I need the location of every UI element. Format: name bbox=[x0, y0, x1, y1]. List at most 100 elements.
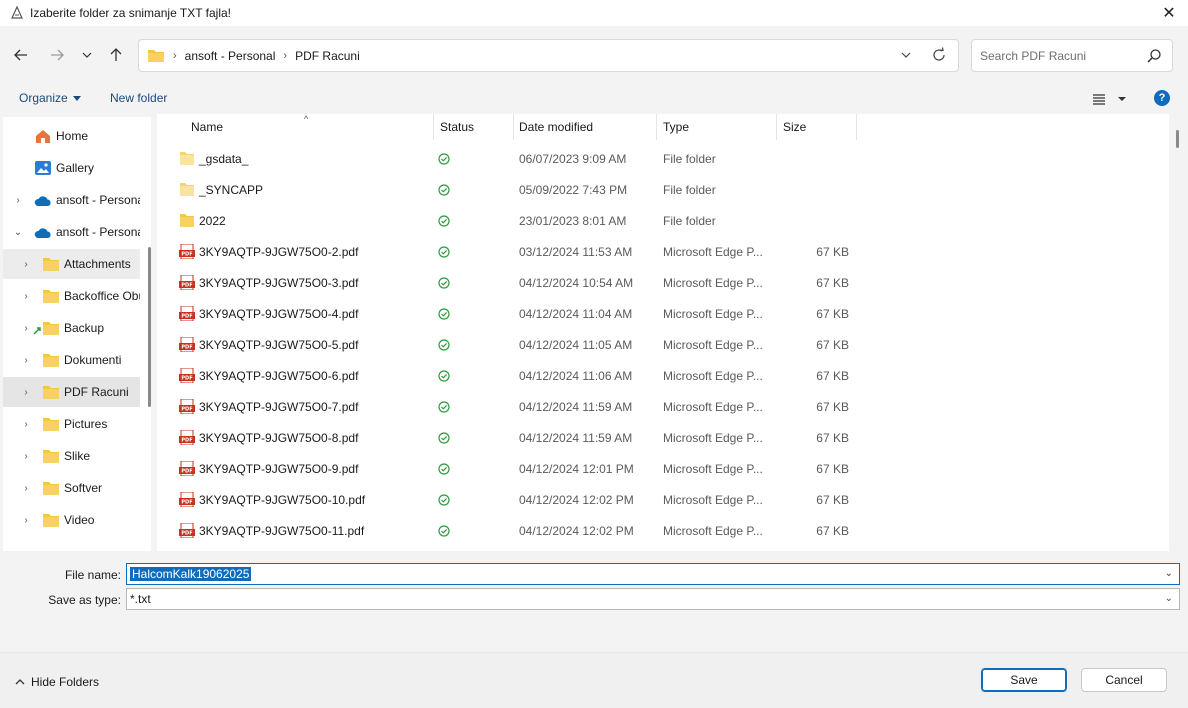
sidebar-item-ansoft-personal-2[interactable]: ⌄ ansoft - Personal bbox=[3, 217, 140, 247]
dialog-footer: Hide Folders Save Cancel bbox=[0, 652, 1188, 708]
file-row[interactable]: _gsdata_ 06/07/2023 9:09 AM File folder bbox=[157, 143, 857, 174]
column-header-date-modified[interactable]: Date modified bbox=[513, 114, 657, 140]
file-name: 3KY9AQTP-9JGW75O0-5.pdf bbox=[179, 329, 358, 360]
chevron-down-icon[interactable]: ⌄ bbox=[13, 227, 23, 238]
sidebar-item-home[interactable]: Home bbox=[3, 121, 140, 151]
sidebar-item-pdf-racuni[interactable]: › PDF Racuni bbox=[3, 377, 140, 407]
folder-icon bbox=[43, 354, 59, 367]
sidebar-item-backup[interactable]: › Backup bbox=[3, 313, 140, 343]
chevron-down-icon[interactable] bbox=[900, 48, 912, 62]
sync-status bbox=[438, 391, 450, 422]
sidebar-item-softver[interactable]: › Softver bbox=[3, 473, 140, 503]
chevron-right-icon[interactable]: › bbox=[21, 419, 31, 430]
change-view-button[interactable] bbox=[1091, 90, 1129, 108]
chevron-right-icon[interactable]: › bbox=[21, 515, 31, 526]
organize-button[interactable]: Organize bbox=[19, 91, 81, 105]
file-type: File folder bbox=[663, 151, 716, 166]
close-icon[interactable]: ✕ bbox=[1158, 3, 1180, 23]
refresh-icon[interactable] bbox=[930, 46, 948, 64]
save-button[interactable]: Save bbox=[981, 668, 1067, 692]
forward-arrow-icon[interactable] bbox=[46, 44, 68, 66]
chevron-right-icon[interactable]: › bbox=[21, 323, 31, 334]
chevron-right-icon[interactable]: › bbox=[21, 291, 31, 302]
column-header-type[interactable]: Type bbox=[657, 114, 777, 140]
file-name-input[interactable]: HalcomKalk19062025 ⌄ bbox=[126, 563, 1180, 585]
file-name-value[interactable]: HalcomKalk19062025 bbox=[130, 567, 252, 581]
file-row[interactable]: PDF 3KY9AQTP-9JGW75O0-9.pdf 04/12/2024 12:… bbox=[157, 453, 857, 484]
sidebar-item-label: Backup bbox=[64, 321, 105, 335]
back-arrow-icon[interactable] bbox=[10, 44, 32, 66]
file-name: 3KY9AQTP-9JGW75O0-4.pdf bbox=[179, 298, 358, 329]
file-row[interactable]: PDF 3KY9AQTP-9JGW75O0-5.pdf 04/12/2024 11:… bbox=[157, 329, 857, 360]
file-row[interactable]: PDF 3KY9AQTP-9JGW75O0-6.pdf 04/12/2024 11:… bbox=[157, 360, 857, 391]
file-name-text: 3KY9AQTP-9JGW75O0-3.pdf bbox=[199, 275, 359, 290]
sync-status bbox=[438, 453, 450, 484]
file-name-text: 3KY9AQTP-9JGW75O0-2.pdf bbox=[199, 244, 359, 259]
file-date: 04/12/2024 11:59 AM bbox=[519, 399, 633, 414]
sidebar-item-label: Video bbox=[64, 513, 95, 527]
help-icon[interactable]: ? bbox=[1154, 90, 1170, 106]
sidebar-item-label: Home bbox=[56, 129, 89, 143]
sidebar-item-attachments[interactable]: › Attachments bbox=[3, 249, 140, 279]
chevron-right-icon[interactable]: › bbox=[13, 195, 23, 206]
sidebar-item-dokumenti[interactable]: › Dokumenti bbox=[3, 345, 140, 375]
file-type: Microsoft Edge P... bbox=[663, 399, 763, 414]
sync-status bbox=[438, 205, 450, 236]
chevron-right-icon[interactable]: › bbox=[21, 387, 31, 398]
sidebar-item-gallery[interactable]: Gallery bbox=[3, 153, 140, 183]
chevron-right-icon[interactable]: › bbox=[21, 355, 31, 366]
home-icon bbox=[36, 130, 50, 143]
file-list-scrollbar[interactable] bbox=[1173, 114, 1185, 551]
file-type: Microsoft Edge P... bbox=[663, 492, 763, 507]
breadcrumb-pdf-racuni[interactable]: PDF Racuni bbox=[295, 49, 360, 63]
sidebar-item-ansoft-personal-1[interactable]: › ansoft - Personal bbox=[3, 185, 140, 215]
sidebar-scrollbar[interactable] bbox=[148, 247, 151, 407]
file-type: Microsoft Edge P... bbox=[663, 306, 763, 321]
file-row[interactable]: _SYNCAPP 05/09/2022 7:43 PM File folder bbox=[157, 174, 857, 205]
file-date: 04/12/2024 12:02 PM bbox=[519, 492, 634, 507]
file-date: 04/12/2024 12:02 PM bbox=[519, 523, 634, 538]
search-input[interactable]: Search PDF Racuni bbox=[980, 49, 1086, 63]
recent-locations-chevron-icon[interactable] bbox=[76, 44, 98, 66]
file-type: Microsoft Edge P... bbox=[663, 275, 763, 290]
file-row[interactable]: PDF 3KY9AQTP-9JGW75O0-3.pdf 04/12/2024 10:… bbox=[157, 267, 857, 298]
shared-folder-icon bbox=[33, 322, 59, 335]
column-header-name[interactable]: Name bbox=[185, 114, 434, 140]
chevron-right-icon[interactable]: › bbox=[21, 259, 31, 270]
cancel-button[interactable]: Cancel bbox=[1081, 668, 1167, 692]
folder-icon bbox=[43, 418, 59, 431]
search-box[interactable]: Search PDF Racuni bbox=[971, 39, 1173, 72]
sidebar-item-pictures[interactable]: › Pictures bbox=[3, 409, 140, 439]
chevron-down-icon[interactable]: ⌄ bbox=[1165, 593, 1173, 604]
sidebar-item-slike[interactable]: › Slike bbox=[3, 441, 140, 471]
file-size bbox=[777, 205, 849, 236]
chevron-right-icon[interactable]: › bbox=[21, 483, 31, 494]
file-row[interactable]: PDF 3KY9AQTP-9JGW75O0-2.pdf 03/12/2024 11:… bbox=[157, 236, 857, 267]
sidebar-item-backoffice-obuka[interactable]: › Backoffice Obuka bbox=[3, 281, 140, 311]
file-row[interactable]: PDF 3KY9AQTP-9JGW75O0-11.pdf 04/12/2024 12… bbox=[157, 515, 857, 546]
file-row[interactable]: PDF 3KY9AQTP-9JGW75O0-7.pdf 04/12/2024 11:… bbox=[157, 391, 857, 422]
column-header-status[interactable]: Status bbox=[434, 114, 514, 140]
chevron-right-icon[interactable]: › bbox=[21, 451, 31, 462]
file-row[interactable]: 2022 23/01/2023 8:01 AM File folder bbox=[157, 205, 857, 236]
save-as-type-select[interactable]: *.txt ⌄ bbox=[126, 588, 1180, 610]
file-row[interactable]: PDF 3KY9AQTP-9JGW75O0-10.pdf 04/12/2024 12… bbox=[157, 484, 857, 515]
column-header-size[interactable]: Size bbox=[777, 114, 857, 140]
new-folder-button[interactable]: New folder bbox=[110, 91, 167, 105]
address-bar[interactable]: › ansoft - Personal › PDF Racuni bbox=[138, 39, 959, 72]
sidebar-item-video[interactable]: › Video bbox=[3, 505, 140, 535]
search-icon[interactable] bbox=[1146, 48, 1162, 64]
sync-status bbox=[438, 298, 450, 329]
file-row[interactable]: PDF 3KY9AQTP-9JGW75O0-4.pdf 04/12/2024 11:… bbox=[157, 298, 857, 329]
file-row[interactable]: PDF 3KY9AQTP-9JGW75O0-8.pdf 04/12/2024 11:… bbox=[157, 422, 857, 453]
file-size: 67 KB bbox=[816, 430, 849, 445]
breadcrumb-ansoft-personal[interactable]: ansoft - Personal bbox=[185, 49, 276, 63]
up-arrow-icon[interactable] bbox=[105, 44, 127, 66]
synced-check-icon bbox=[438, 400, 450, 413]
command-toolbar: Organize New folder ? bbox=[0, 84, 1188, 114]
hide-folders-button[interactable]: Hide Folders bbox=[14, 675, 99, 689]
file-list-scroll-thumb[interactable] bbox=[1176, 130, 1179, 148]
chevron-down-icon[interactable]: ⌄ bbox=[1165, 568, 1173, 579]
file-name-text: 3KY9AQTP-9JGW75O0-9.pdf bbox=[199, 461, 359, 476]
file-size: 67 KB bbox=[816, 523, 849, 538]
